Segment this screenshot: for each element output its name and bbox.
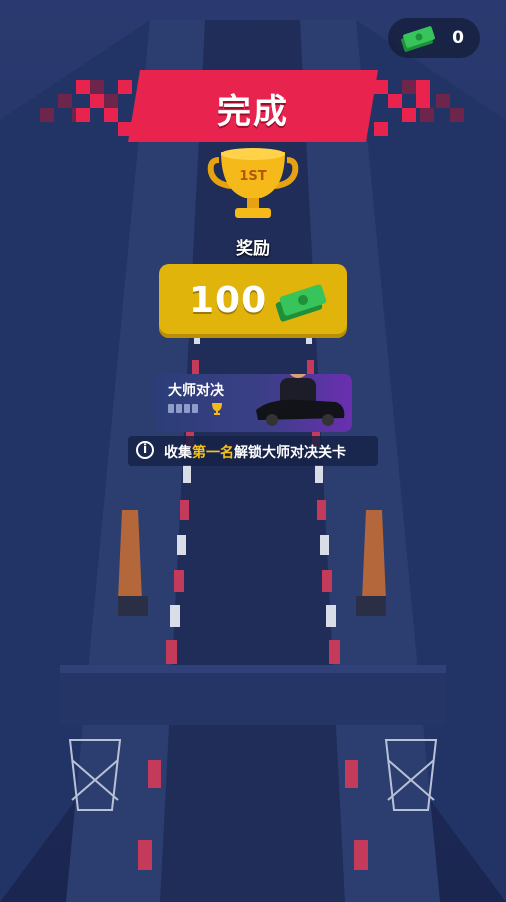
collect-reward-button[interactable]: 100 [159,264,347,338]
master-duel-progress [168,404,198,413]
svg-text:1ST: 1ST [239,169,266,184]
master-duel-card[interactable]: 大师对决 [154,374,352,432]
trophy-icon [212,403,222,415]
currency-counter: 0 [388,18,480,58]
cash-stack-icon [401,26,435,52]
info-icon [136,441,154,459]
master-duel-title: 大师对决 [168,383,224,399]
unlock-hint-text: 收集第一名解锁大师对决关卡 [164,445,346,461]
progress-slot [168,404,174,413]
game-screen: 0 完成 1ST 奖励 100 大师对决 i 收集第一名解锁大师对决关卡 [0,0,506,902]
master-driver-avatar [256,374,345,426]
progress-slot [192,404,198,413]
progress-slot [184,404,190,413]
reward-label: 奖励 [236,239,270,259]
cash-stack-icon [275,284,327,322]
banner-title: 完成 [217,92,289,132]
gold-trophy-icon: 1ST [207,148,299,218]
unlock-hint: 收集第一名解锁大师对决关卡 [128,436,378,466]
progress-slot [176,404,182,413]
currency-value: 0 [452,28,464,48]
reward-amount: 100 [189,280,268,321]
